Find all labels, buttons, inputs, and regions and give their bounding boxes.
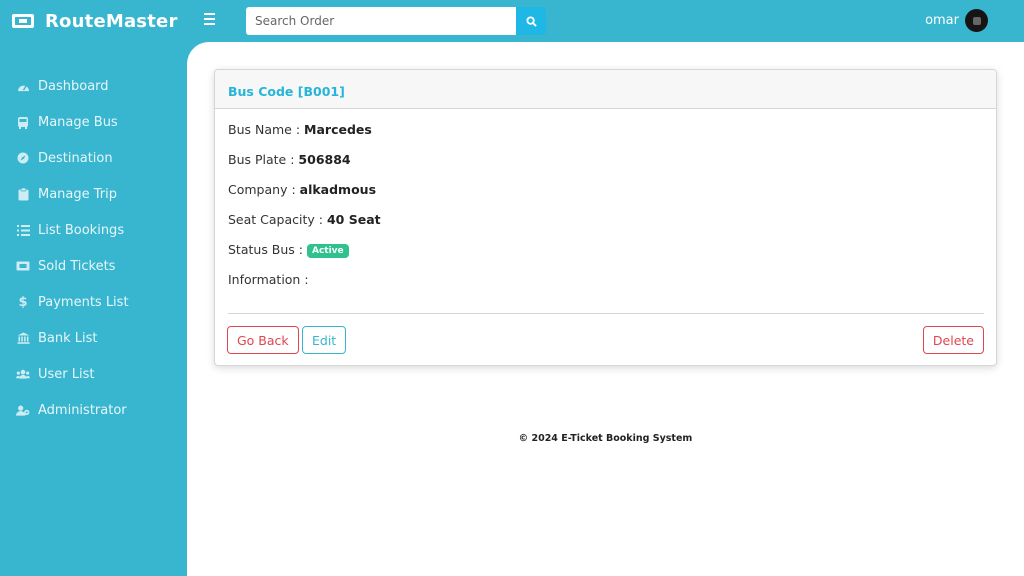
field-label: Company : — [228, 182, 296, 197]
field-company: Company : alkadmous — [228, 182, 376, 197]
search-bar — [246, 7, 546, 35]
list-icon — [16, 223, 30, 237]
bus-detail-card: Bus Code [B001] Bus Name : Marcedes Bus … — [214, 69, 997, 366]
sidebar-item-list-bookings[interactable]: List Bookings — [16, 220, 124, 240]
edit-button[interactable]: Edit — [302, 326, 347, 354]
field-status-bus: Status Bus : Active — [228, 242, 349, 258]
sidebar-item-destination[interactable]: Destination — [16, 148, 113, 168]
users-icon — [16, 367, 30, 381]
field-bus-name: Bus Name : Marcedes — [228, 122, 372, 137]
field-label: Status Bus : — [228, 242, 303, 257]
sidebar-item-manage-bus[interactable]: Manage Bus — [16, 112, 118, 132]
bus-icon — [16, 115, 30, 129]
dollar-icon: $ — [18, 294, 28, 310]
field-value: Marcedes — [304, 122, 372, 137]
field-label: Seat Capacity : — [228, 212, 323, 227]
sidebar-item-administrator[interactable]: Administrator — [16, 400, 127, 420]
main-content: Bus Code [B001] Bus Name : Marcedes Bus … — [187, 42, 1024, 576]
sidebar-item-manage-trip[interactable]: Manage Trip — [16, 184, 117, 204]
field-value: 506884 — [298, 152, 351, 167]
sidebar-item-label: Manage Trip — [38, 186, 118, 202]
field-label: Information : — [228, 272, 309, 287]
sidebar-item-label: Payments List — [38, 294, 129, 310]
sidebar-item-label: Administrator — [38, 402, 127, 418]
footer-copyright: © 2024 E-Ticket Booking System — [518, 433, 693, 444]
field-label: Bus Plate : — [228, 152, 295, 167]
menu-toggle-icon[interactable] — [204, 13, 218, 27]
clipboard-icon — [16, 187, 30, 201]
sidebar: Dashboard Manage Bus Destination Manage … — [0, 42, 187, 576]
sidebar-item-sold-tickets[interactable]: Sold Tickets — [16, 256, 115, 276]
brand[interactable]: RouteMaster — [12, 8, 178, 34]
delete-button[interactable]: Delete — [922, 326, 984, 354]
avatar — [965, 9, 988, 32]
field-label: Bus Name : — [228, 122, 301, 137]
field-information: Information : — [228, 272, 309, 287]
sidebar-item-label: Destination — [38, 150, 113, 166]
admin-icon — [16, 403, 30, 417]
sidebar-item-label: Dashboard — [38, 78, 109, 94]
card-title: Bus Code [B001] — [228, 84, 345, 99]
sidebar-item-bank-list[interactable]: Bank List — [16, 328, 98, 348]
search-button[interactable] — [516, 7, 546, 35]
sidebar-item-user-list[interactable]: User List — [16, 364, 95, 384]
app-name: RouteMaster — [45, 10, 178, 32]
field-bus-plate: Bus Plate : 506884 — [228, 152, 351, 167]
field-seat-capacity: Seat Capacity : 40 Seat — [228, 212, 381, 227]
ticket-logo-icon — [12, 14, 34, 28]
sidebar-item-label: List Bookings — [38, 222, 125, 238]
user-name: omar — [925, 13, 959, 28]
card-header: Bus Code [B001] — [215, 70, 996, 109]
user-menu[interactable]: omar — [925, 9, 988, 32]
bank-icon — [16, 331, 30, 345]
sidebar-item-label: Manage Bus — [38, 114, 118, 130]
field-value: 40 Seat — [326, 212, 381, 227]
compass-icon — [16, 151, 30, 165]
go-back-button[interactable]: Go Back — [227, 326, 299, 354]
sidebar-item-label: User List — [38, 366, 95, 382]
top-navbar: RouteMaster omar — [0, 0, 1024, 42]
divider — [228, 313, 984, 314]
ticket-icon — [16, 259, 30, 273]
dashboard-icon — [16, 79, 30, 93]
sidebar-item-payments-list[interactable]: $ Payments List — [16, 292, 129, 312]
search-input[interactable] — [246, 7, 516, 35]
sidebar-item-dashboard[interactable]: Dashboard — [16, 76, 109, 96]
field-value: alkadmous — [299, 182, 377, 197]
status-badge: Active — [306, 244, 349, 258]
sidebar-item-label: Bank List — [38, 330, 98, 346]
sidebar-item-label: Sold Tickets — [38, 258, 116, 274]
search-icon — [525, 15, 537, 27]
